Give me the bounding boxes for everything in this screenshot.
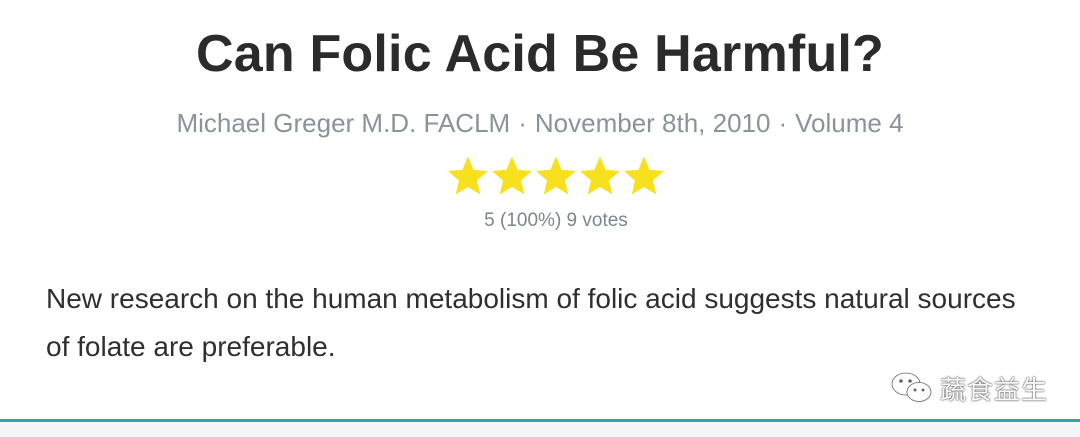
star-icon[interactable] bbox=[446, 154, 490, 198]
meta-separator: · bbox=[778, 108, 788, 138]
meta-separator: · bbox=[518, 108, 527, 138]
publish-date: November 8th, 2010 bbox=[534, 108, 771, 138]
watermark: 蔬食益生 bbox=[890, 366, 1048, 410]
star-icon[interactable] bbox=[490, 154, 534, 198]
star-icon[interactable] bbox=[534, 154, 578, 198]
rating-summary: 5 (100%) 9 votes bbox=[484, 210, 628, 231]
article-header: Can Folic Acid Be Harmful? Michael Grege… bbox=[0, 0, 1080, 437]
watermark-text: 蔬食益生 bbox=[940, 375, 1049, 406]
article-meta: Michael Greger M.D. FACLM · November 8th, … bbox=[0, 106, 1080, 140]
volume-link[interactable]: Volume 4 bbox=[795, 108, 903, 138]
article-summary: New research on the human metabolism of … bbox=[46, 283, 1016, 362]
page-title: Can Folic Acid Be Harmful? bbox=[195, 25, 885, 83]
footer-strip bbox=[0, 422, 1080, 437]
star-rating[interactable] bbox=[446, 154, 666, 200]
star-icon[interactable] bbox=[622, 154, 666, 198]
wechat-icon bbox=[890, 371, 932, 402]
star-icon[interactable] bbox=[578, 154, 622, 198]
author-link[interactable]: Michael Greger M.D. FACLM bbox=[176, 108, 510, 138]
